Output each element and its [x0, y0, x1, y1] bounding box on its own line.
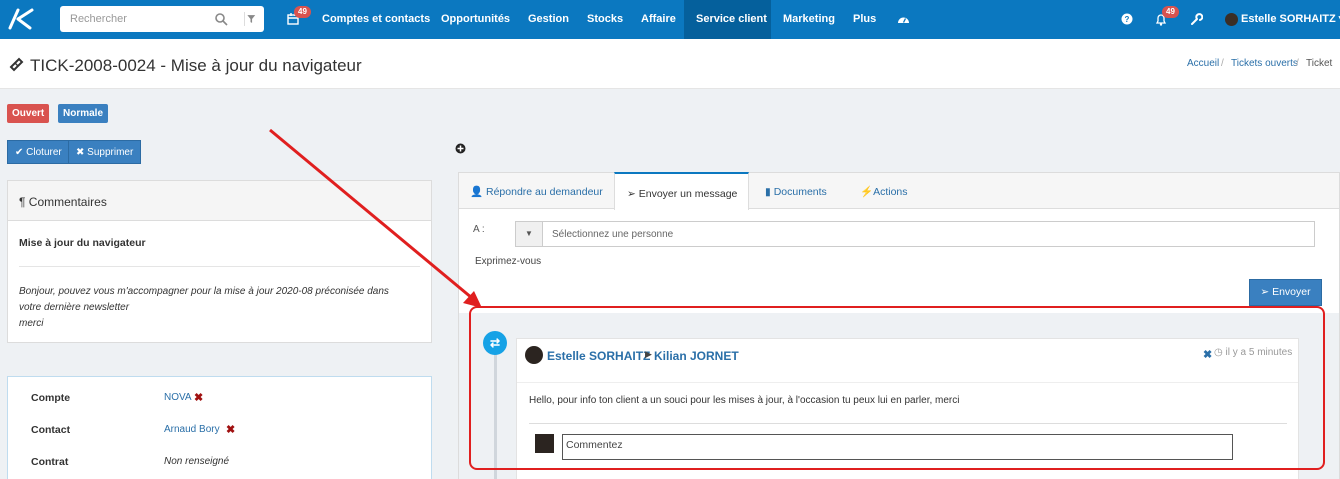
nav-marketing[interactable]: Marketing	[783, 0, 835, 39]
user-avatar[interactable]	[1225, 13, 1238, 26]
send-button[interactable]: ➢ Envoyer	[1249, 279, 1322, 306]
nav-affaire[interactable]: Affaire	[641, 0, 676, 39]
breadcrumb-sep: /	[1221, 58, 1224, 69]
tab-documents[interactable]: ▮ Documents	[765, 172, 827, 210]
detail-value-contrat: Non renseigné	[164, 456, 230, 467]
breadcrumb-current: Ticket	[1306, 58, 1333, 69]
status-badge: Ouvert	[7, 104, 50, 123]
search-bar[interactable]: Rechercher	[60, 6, 264, 32]
wrench-icon[interactable]	[1190, 13, 1203, 26]
paragraph-icon: ¶	[19, 195, 26, 209]
calendar-badge: 49	[294, 6, 311, 18]
paper-plane-icon: ➢	[1260, 286, 1270, 298]
paper-plane-icon: ➢	[627, 188, 636, 200]
highlight-box	[469, 306, 1325, 470]
page-title: TICK-2008-0024 - Mise à jour du navigate…	[30, 56, 362, 75]
nav-stocks[interactable]: Stocks	[587, 0, 623, 39]
caret-down-icon[interactable]: ▼	[516, 222, 543, 246]
breadcrumb-home[interactable]: Accueil	[1187, 58, 1219, 69]
filter-icon[interactable]	[244, 12, 256, 26]
nav-gestion[interactable]: Gestion	[528, 0, 569, 39]
comment-body-line2: votre dernière newsletter	[19, 302, 130, 313]
file-icon: ▮	[765, 186, 771, 198]
detail-value-contact[interactable]: Arnaud Bory	[164, 424, 220, 435]
detail-label-contact: Contact	[31, 424, 71, 436]
search-icon[interactable]	[214, 12, 228, 26]
priority-badge: Normale	[58, 104, 109, 123]
nav-service-client[interactable]: Service client	[684, 0, 771, 39]
delete-label: Supprimer	[87, 147, 134, 158]
breadcrumb-sep: /	[1296, 58, 1299, 69]
detail-value-compte[interactable]: NOVA	[164, 392, 192, 403]
comment-subject: Mise à jour du navigateur	[19, 237, 146, 249]
remove-icon[interactable]: ✖	[226, 423, 235, 436]
comments-title: ¶ Commentaires	[19, 195, 107, 209]
ticket-icon	[9, 57, 24, 72]
delete-button[interactable]: ✖ Supprimer	[68, 140, 142, 164]
detail-label-contrat: Contrat	[31, 456, 69, 468]
recipient-placeholder: Sélectionnez une personne	[552, 229, 674, 240]
close-ticket-button[interactable]: ✔ Cloturer	[7, 140, 70, 164]
help-icon[interactable]: ?	[1121, 13, 1133, 25]
breadcrumb-tickets[interactable]: Tickets ouverts	[1231, 58, 1298, 69]
close-label: Cloturer	[26, 147, 62, 158]
comment-body-line3: merci	[19, 318, 44, 329]
times-icon: ✖	[76, 147, 85, 158]
nav-comptes-contacts[interactable]: Comptes et contacts	[322, 0, 430, 39]
tab-actions[interactable]: ⚡Actions	[860, 172, 908, 210]
dashboard-icon[interactable]	[897, 13, 910, 26]
detail-label-compte: Compte	[31, 392, 71, 404]
nav-opportunites[interactable]: Opportunités	[441, 0, 510, 39]
notification-badge: 49	[1162, 6, 1179, 18]
bolt-icon: ⚡	[860, 186, 874, 198]
search-input[interactable]: Rechercher	[70, 13, 127, 25]
nav-plus[interactable]: Plus	[853, 0, 876, 39]
user-menu[interactable]: Estelle SORHAITZ ▾	[1241, 0, 1340, 39]
remove-icon[interactable]: ✖	[194, 391, 203, 404]
svg-text:?: ?	[1125, 15, 1130, 24]
annotation-arrow	[269, 128, 482, 308]
check-icon: ✔	[15, 147, 24, 158]
tab-send-message[interactable]: ➢ Envoyer un message	[614, 172, 749, 210]
recipient-select[interactable]: ▼ Sélectionnez une personne	[515, 221, 1315, 247]
app-logo[interactable]	[6, 6, 36, 32]
user-name[interactable]: Estelle SORHAITZ	[1241, 13, 1336, 25]
